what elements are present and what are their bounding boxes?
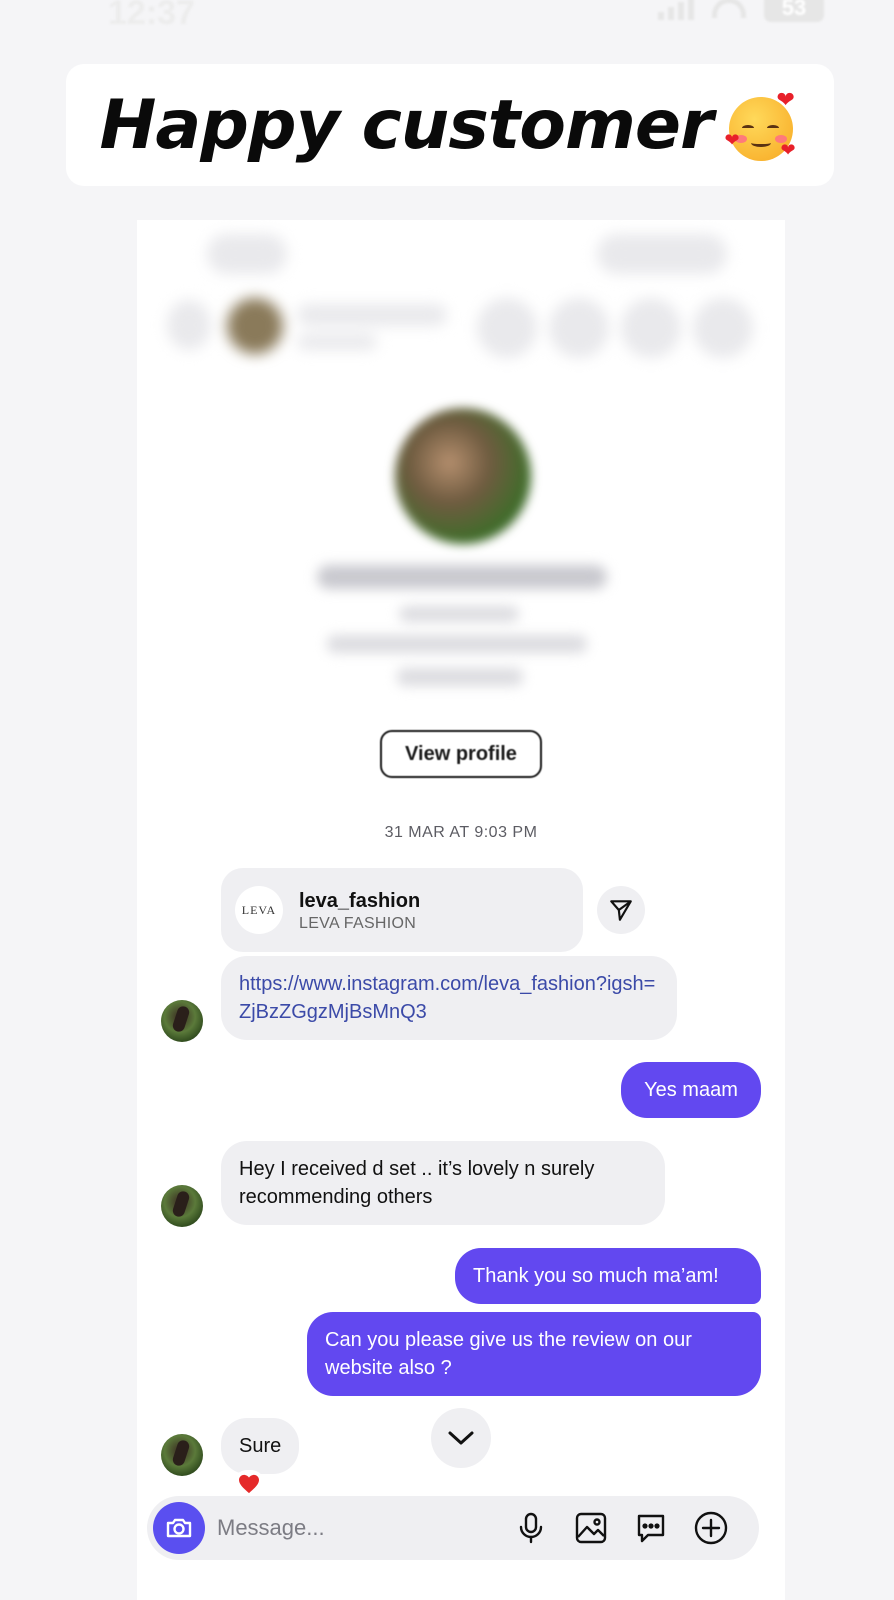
message-text: Hey I received d set .. it’s lovely n su… (239, 1158, 595, 1208)
chat-header-blurred (137, 220, 785, 380)
status-time: 12:37 (108, 0, 195, 32)
image-icon (575, 1512, 607, 1544)
smiling-face-with-hearts-icon: ❤ ❤ ❤ (724, 87, 796, 161)
shared-account-username: leva_fashion (299, 890, 421, 912)
sender-avatar[interactable] (161, 1185, 203, 1227)
battery-indicator: 53 (764, 0, 824, 22)
more-options-button[interactable] (693, 1510, 729, 1546)
view-profile-button[interactable]: View profile (380, 730, 542, 778)
message-text: Yes maam (644, 1079, 738, 1101)
camera-button[interactable] (153, 1502, 205, 1554)
signal-icon (658, 0, 694, 20)
plus-circle-icon (694, 1511, 728, 1545)
message-link[interactable]: https://www.instagram.com/leva_fashion?i… (239, 973, 655, 1023)
sender-avatar[interactable] (161, 1000, 203, 1042)
profile-follows-blurred (397, 668, 523, 686)
message-text: Thank you so much ma’am! (473, 1265, 719, 1287)
profile-avatar (395, 408, 531, 544)
microphone-icon (519, 1512, 543, 1544)
chat-screenshot: View profile 31 MAR AT 9:03 PM LEVA leva… (137, 220, 785, 1600)
message-composer (147, 1496, 759, 1560)
status-icons: 53 (658, 0, 824, 22)
message-bubble-outgoing[interactable]: Thank you so much ma’am! (455, 1248, 761, 1304)
forward-button[interactable] (597, 886, 645, 934)
gallery-button[interactable] (573, 1510, 609, 1546)
wifi-icon (712, 0, 746, 18)
sender-avatar[interactable] (161, 1434, 203, 1476)
profile-name-blurred (317, 565, 607, 589)
status-bar: 12:37 53 (0, 0, 894, 40)
message-bubble-outgoing[interactable]: Can you please give us the review on our… (307, 1312, 761, 1396)
message-input[interactable] (217, 1504, 497, 1552)
chat-bubble-icon (637, 1514, 665, 1543)
profile-stats-blurred (327, 635, 587, 653)
shared-account-card[interactable]: LEVA leva_fashion LEVA FASHION (221, 868, 583, 952)
shared-account-display-name: LEVA FASHION (299, 915, 417, 932)
microphone-button[interactable] (513, 1510, 549, 1546)
heart-reaction[interactable] (233, 1470, 265, 1498)
leva-logo: LEVA (235, 886, 283, 934)
message-text: Can you please give us the review on our… (325, 1329, 692, 1379)
camera-icon (166, 1518, 192, 1538)
message-bubble-incoming[interactable]: https://www.instagram.com/leva_fashion?i… (221, 956, 677, 1040)
chevron-down-icon (448, 1431, 474, 1445)
heart-icon (239, 1474, 259, 1494)
message-bubble-incoming[interactable]: Hey I received d set .. it’s lovely n su… (221, 1141, 665, 1225)
sticker-button[interactable] (633, 1510, 669, 1546)
scroll-to-bottom-button[interactable] (431, 1408, 491, 1468)
message-bubble-outgoing[interactable]: Yes maam (621, 1062, 761, 1118)
message-text: Sure (239, 1435, 282, 1457)
date-stamp: 31 MAR AT 9:03 PM (384, 824, 538, 841)
headline-card: Happy customer ❤ ❤ ❤ (66, 64, 834, 186)
headline-text: Happy customer (99, 85, 713, 165)
message-bubble-incoming[interactable]: Sure (221, 1418, 300, 1474)
profile-username-blurred (399, 606, 519, 622)
paper-plane-icon (610, 900, 632, 921)
